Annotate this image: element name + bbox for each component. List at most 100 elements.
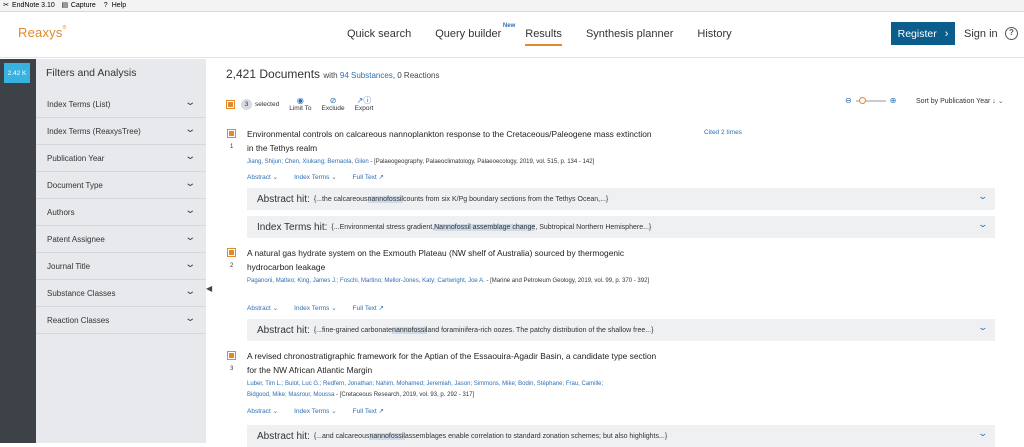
authors-link[interactable]: Bidgood, Mike; Masrour, Moussa: [247, 392, 334, 398]
chevron-down-icon: ⌄: [183, 205, 196, 216]
app-header: Reaxys® Quick search Query builder New Re…: [0, 12, 1024, 58]
chevron-down-icon: ⌄: [997, 98, 1004, 105]
filter-substance-classes[interactable]: Substance Classes ⌄: [36, 280, 206, 307]
hit-text-pre: {...fine-grained carbonate: [313, 326, 393, 334]
nav-history[interactable]: History: [697, 28, 731, 46]
abstract-hit[interactable]: Abstract hit: {...the calcareous nannofo…: [247, 188, 995, 210]
hit-highlight: nannofossil: [392, 326, 428, 334]
filter-index-terms-tree[interactable]: Index Terms (ReaxysTree) ⌄: [36, 118, 206, 145]
filter-label: Journal Title: [47, 262, 91, 271]
results-count-badge[interactable]: 2.42 K: [4, 63, 30, 83]
abstract-toggle[interactable]: Abstract ⌄: [247, 304, 278, 312]
sort-dropdown[interactable]: Sort by Publication Year ↓ ⌄: [916, 97, 1004, 105]
index-terms-toggle[interactable]: Index Terms ⌄: [294, 407, 337, 415]
authors-link[interactable]: Paganoni, Matteo; King, James J.; Foschi…: [247, 278, 485, 284]
nav-query-builder[interactable]: Query builder New: [435, 23, 515, 46]
zoom-control[interactable]: ⊖ ⊕: [845, 96, 896, 105]
result-authors: Luber, Tim L.; Bulot, Luc G.; Redfern, J…: [247, 379, 677, 401]
filter-reaction-classes[interactable]: Reaction Classes ⌄: [36, 307, 206, 334]
result-source: - [Marine and Petroleum Geology, 2019, v…: [484, 278, 650, 284]
filter-index-terms-list[interactable]: Index Terms (List) ⌄: [36, 91, 206, 118]
signin-link[interactable]: Sign in: [964, 28, 998, 40]
chevron-down-icon: ⌄: [183, 151, 196, 162]
chevron-down-icon: ⌄: [183, 232, 196, 243]
filter-publication-year[interactable]: Publication Year ⌄: [36, 145, 206, 172]
result-title[interactable]: A natural gas hydrate system on the Exmo…: [247, 246, 657, 274]
filter-patent-assignee[interactable]: Patent Assignee ⌄: [36, 226, 206, 253]
full-text-link[interactable]: Full Text ↗: [353, 304, 384, 312]
chevron-down-icon[interactable]: ⌄: [978, 191, 989, 202]
chevron-down-icon[interactable]: ⌄: [978, 322, 989, 333]
result-checkbox[interactable]: [227, 248, 236, 257]
reaxys-logo[interactable]: Reaxys®: [18, 25, 66, 40]
toolbar-help[interactable]: ? Help: [102, 2, 126, 10]
nav-quick-search[interactable]: Quick search: [347, 28, 411, 46]
hit-text-post: and foraminifera-rich oozes. The patchy …: [427, 326, 654, 334]
full-text-link[interactable]: Full Text ↗: [353, 407, 384, 415]
filter-label: Publication Year: [47, 154, 105, 163]
results-main: 2,421 Documents with 94 Substances, 0 Re…: [214, 59, 1024, 447]
filter-label: Substance Classes: [47, 289, 116, 298]
zoom-in-icon[interactable]: ⊕: [890, 96, 897, 105]
authors-link[interactable]: Jiang, Shijun; Chen, Xiukang; Bernaola, …: [247, 159, 369, 165]
toolbar-capture[interactable]: ▤ Capture: [61, 2, 96, 10]
export-label: Export: [354, 105, 374, 112]
exclude-button[interactable]: ⊘ Exclude: [322, 96, 345, 112]
chevron-down-icon: ⌄: [183, 286, 196, 297]
toolbar-endnote[interactable]: ✂ EndNote 3.10: [2, 2, 55, 10]
result-title[interactable]: A revised chronostratigraphic framework …: [247, 349, 657, 377]
result-source: - [Cretaceous Research, 2019, vol. 93, p…: [334, 392, 475, 398]
zoom-slider[interactable]: [855, 96, 886, 104]
exclude-label: Exclude: [321, 105, 345, 112]
nav-results[interactable]: Results: [525, 28, 562, 46]
filter-label: Index Terms (List): [47, 100, 111, 109]
nav-synthesis-planner[interactable]: Synthesis planner: [586, 28, 673, 46]
result-title[interactable]: Environmental controls on calcareous nan…: [247, 127, 657, 155]
result-checkbox[interactable]: [227, 129, 236, 138]
result-links: Abstract ⌄ Index Terms ⌄ Full Text ↗: [247, 173, 400, 181]
export-icon: ↗ⓘ: [356, 96, 372, 105]
chevron-down-icon: ⌄: [183, 178, 196, 189]
abstract-toggle[interactable]: Abstract ⌄: [247, 407, 278, 415]
collapse-panel-icon[interactable]: ◀: [206, 284, 214, 294]
register-button[interactable]: Register ›: [891, 22, 955, 45]
index-terms-toggle[interactable]: Index Terms ⌄: [294, 173, 337, 181]
register-label: Register: [897, 27, 937, 40]
filter-journal-title[interactable]: Journal Title ⌄: [36, 253, 206, 280]
zoom-slider-knob[interactable]: [858, 96, 866, 104]
help-circle-icon[interactable]: ?: [1005, 27, 1018, 40]
chevron-down-icon[interactable]: ⌄: [978, 428, 989, 439]
export-button[interactable]: ↗ⓘ Export: [355, 96, 374, 112]
select-all-checkbox[interactable]: [226, 99, 235, 109]
substances-link[interactable]: 94 Substances: [340, 71, 393, 80]
index-terms-toggle[interactable]: Index Terms ⌄: [294, 304, 337, 312]
abstract-toggle[interactable]: Abstract ⌄: [247, 173, 278, 181]
hit-text-post: , Subtropical Northern Hemisphere...}: [535, 223, 652, 231]
filter-document-type[interactable]: Document Type ⌄: [36, 172, 206, 199]
hit-text-post: assemblages enable correlation to standa…: [404, 432, 668, 440]
index-terms-hit[interactable]: Index Terms hit: {...Environmental stres…: [247, 216, 995, 238]
selected-label: selected: [255, 100, 280, 108]
filter-label: Reaction Classes: [47, 316, 110, 325]
abstract-hit[interactable]: Abstract hit: {...fine-grained carbonate…: [247, 319, 995, 341]
exclude-icon: ⊘: [329, 96, 337, 105]
hit-text-post: counts from six K/Pg boundary sections f…: [402, 195, 609, 203]
zoom-out-icon[interactable]: ⊖: [845, 96, 852, 105]
chevron-down-icon[interactable]: ⌄: [978, 219, 989, 230]
nav-query-builder-label: Query builder: [435, 28, 502, 40]
abstract-hit[interactable]: Abstract hit: {...and calcareous nannofo…: [247, 425, 995, 447]
filter-authors[interactable]: Authors ⌄: [36, 199, 206, 226]
limit-to-label: Limit To: [289, 105, 312, 112]
limit-to-button[interactable]: ◉ Limit To: [289, 96, 311, 112]
result-checkbox[interactable]: [227, 351, 236, 360]
authors-link[interactable]: Luber, Tim L.; Bulot, Luc G.; Redfern, J…: [247, 381, 603, 387]
help-icon: ?: [103, 1, 108, 9]
hit-label: Abstract hit:: [257, 430, 310, 442]
full-text-link[interactable]: Full Text ↗: [353, 173, 384, 181]
toolbar-capture-label: Capture: [70, 2, 96, 9]
hit-text-pre: {...Environmental stress gradient,: [331, 223, 435, 231]
cited-link[interactable]: Cited 2 times: [704, 129, 742, 136]
result-number: 1: [230, 144, 234, 150]
filters-panel: Filters and Analysis Index Terms (List) ⌄…: [36, 59, 206, 443]
documents-count: 2,421 Documents with 94 Substances, 0 Re…: [226, 67, 440, 81]
